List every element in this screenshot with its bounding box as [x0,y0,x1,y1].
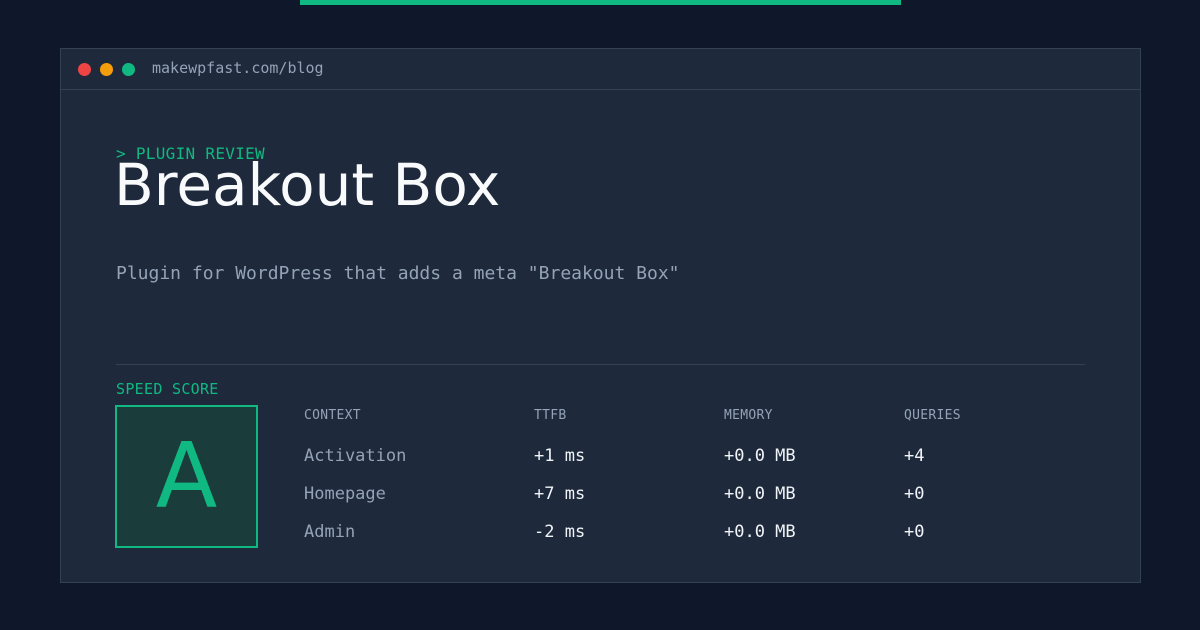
row-homepage-context: Homepage [304,484,386,504]
row-activation-ttfb: +1 ms [534,446,586,466]
row-admin-memory: +0.0 MB [724,522,796,542]
plugin-description: Plugin for WordPress that adds a meta "B… [116,263,680,284]
row-activation-memory: +0.0 MB [724,446,796,466]
row-activation-context: Activation [304,446,407,466]
browser-window: makewpfast.com/blog > PLUGIN REVIEW Brea… [60,48,1141,583]
column-header-context: CONTEXT [304,408,361,423]
column-header-ttfb: TTFB [534,408,567,423]
row-admin-ttfb: -2 ms [534,522,586,542]
divider [116,364,1085,365]
row-admin-context: Admin [304,522,356,542]
row-admin-queries: +0 [904,522,925,542]
minimize-dot-icon[interactable] [100,63,113,76]
column-header-queries: QUERIES [904,408,961,423]
close-dot-icon[interactable] [78,63,91,76]
page-title: Breakout Box [114,151,501,219]
row-homepage-queries: +0 [904,484,925,504]
maximize-dot-icon[interactable] [122,63,135,76]
row-activation-queries: +4 [904,446,925,466]
speed-grade-letter: A [155,424,218,529]
address-url: makewpfast.com/blog [152,59,324,77]
speed-grade-badge: A [115,405,258,548]
row-homepage-memory: +0.0 MB [724,484,796,504]
speed-score-label: SPEED SCORE [116,380,219,398]
column-header-memory: MEMORY [724,408,773,423]
window-titlebar: makewpfast.com/blog [61,49,1140,90]
accent-top-bar [300,0,901,5]
row-homepage-ttfb: +7 ms [534,484,586,504]
